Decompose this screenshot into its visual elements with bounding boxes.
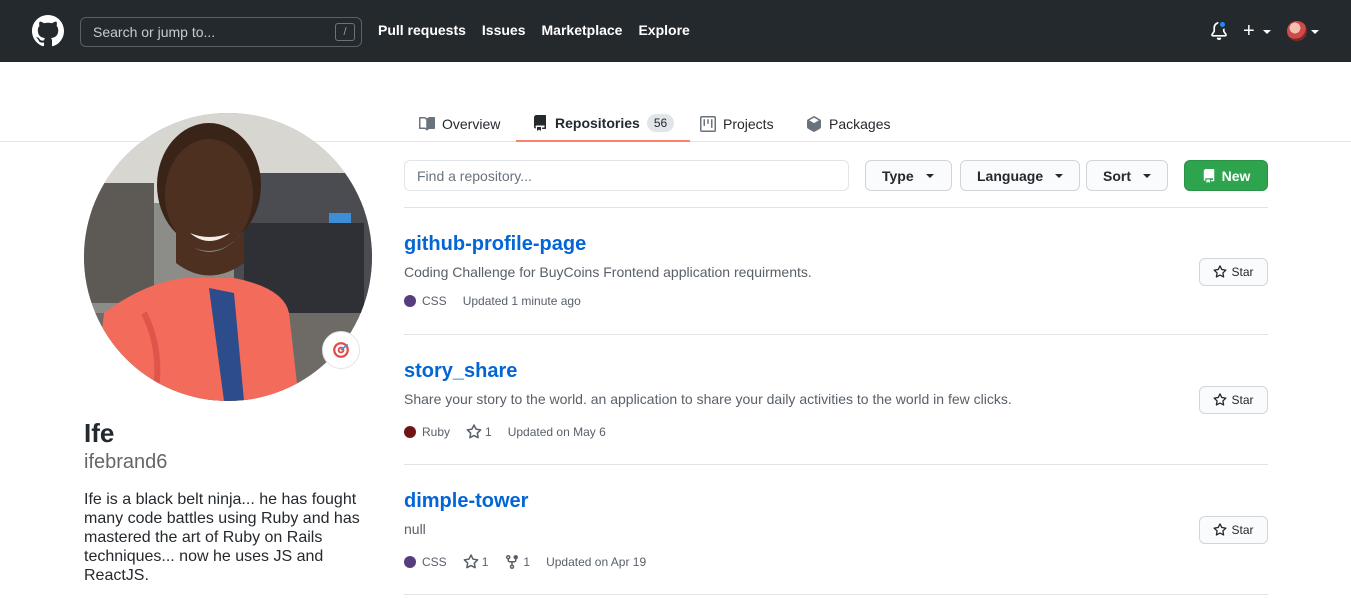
language-name: Ruby [422,425,451,439]
language-filter-button[interactable]: Language [960,160,1080,191]
repo-name-link[interactable]: github-profile-page [404,232,586,256]
repo-count-badge: 56 [646,114,675,132]
repo-language: Ruby [404,425,450,439]
repo-updated: Updated on Apr 19 [546,555,647,569]
profile-bio: Ife is a black belt ninja... he has foug… [84,491,360,584]
nav-marketplace[interactable]: Marketplace [542,22,623,38]
star-label: Star [1231,393,1254,407]
new-button-label: New [1221,167,1251,184]
new-repository-button[interactable]: New [1184,160,1268,191]
tab-label: Repositories [555,115,640,131]
repo-meta: CSS Updated 1 minute ago [404,294,581,308]
repo-language: CSS [404,555,447,569]
star-icon [1214,265,1227,278]
repo-updated: Updated 1 minute ago [462,294,581,308]
fork-icon [506,555,519,570]
repo-description: Share your story to the world. an applic… [404,391,1012,407]
tab-repositories[interactable]: Repositories 56 [516,106,691,142]
header-nav: Pull requests Issues Marketplace Explore [378,22,690,38]
tab-projects[interactable]: Projects [700,106,774,142]
language-name: CSS [422,555,447,569]
nav-issues[interactable]: Issues [482,22,526,38]
chevron-down-icon[interactable] [1311,30,1319,34]
repo-icon [534,115,546,131]
profile-name: Ife [84,418,115,448]
github-logo-icon[interactable] [32,15,64,47]
search-input[interactable] [81,18,331,46]
repo-name-link[interactable]: story_share [404,359,517,383]
sort-filter-button[interactable]: Sort [1086,160,1168,191]
language-filter-label: Language [977,167,1044,184]
star-count: 1 [485,425,492,439]
star-button[interactable]: Star [1199,516,1268,544]
book-icon [419,116,435,131]
type-filter-label: Type [882,167,914,184]
divider [404,464,1268,465]
find-repository-input[interactable] [404,160,849,191]
language-color-dot [404,556,416,568]
repo-meta: CSS 1 1 Updated on Apr 19 [404,554,646,570]
language-name: CSS [422,294,447,308]
star-label: Star [1231,523,1254,537]
repo-name-link[interactable]: dimple-tower [404,489,528,513]
repo-language: CSS [404,294,447,308]
project-icon [700,116,716,132]
star-icon [1214,393,1227,406]
chevron-down-icon [1055,173,1064,178]
slash-shortcut-icon: / [335,23,355,41]
repo-stargazers[interactable]: 1 [466,424,492,440]
star-label: Star [1231,265,1254,279]
divider [404,207,1268,208]
divider [404,594,1268,595]
tab-label: Packages [829,116,891,132]
unread-indicator [1218,20,1227,29]
star-icon [466,424,482,439]
star-button[interactable]: Star [1199,386,1268,414]
fork-count: 1 [523,555,531,569]
star-count: 1 [481,555,489,569]
tab-label: Overview [442,116,501,132]
type-filter-button[interactable]: Type [865,160,952,191]
nav-explore[interactable]: Explore [638,22,689,38]
target-emoji-icon [333,342,349,358]
repo-stargazers[interactable]: 1 [463,554,489,570]
user-avatar[interactable] [1287,21,1307,41]
sort-filter-label: Sort [1103,167,1131,184]
repo-description: Coding Challenge for BuyCoins Frontend a… [404,264,812,280]
chevron-down-icon [925,173,934,178]
repo-forks[interactable]: 1 [504,554,530,570]
star-button[interactable]: Star [1199,258,1268,286]
divider [404,334,1268,335]
status-target-icon[interactable] [322,331,360,369]
create-new-icon[interactable]: + [1243,21,1255,41]
tab-packages[interactable]: Packages [806,106,890,142]
repo-icon [1203,168,1214,183]
star-icon [1214,523,1227,536]
tab-label: Projects [723,116,774,132]
global-header: / Pull requests Issues Marketplace Explo… [0,0,1351,62]
nav-pull-requests[interactable]: Pull requests [378,22,466,38]
repo-meta: Ruby 1 Updated on May 6 [404,424,606,440]
star-icon [463,554,479,569]
chevron-down-icon[interactable] [1263,30,1271,34]
repo-updated: Updated on May 6 [507,425,606,439]
language-color-dot [404,295,416,307]
tab-overview[interactable]: Overview [419,106,500,142]
repo-description: null [404,521,426,537]
package-icon [807,116,821,132]
global-search: / [80,17,362,47]
language-color-dot [404,426,416,438]
profile-username: ifebrand6 [84,451,168,473]
chevron-down-icon [1143,173,1151,178]
